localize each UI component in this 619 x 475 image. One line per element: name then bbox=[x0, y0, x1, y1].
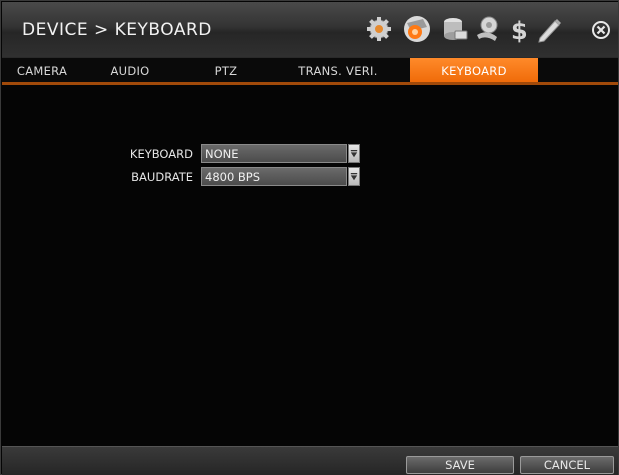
baudrate-dropdown-arrow[interactable] bbox=[348, 167, 360, 186]
keyboard-label: KEYBOARD bbox=[129, 147, 193, 161]
baudrate-select[interactable]: 4800 BPS bbox=[201, 167, 347, 186]
tab-underline bbox=[2, 82, 618, 85]
close-icon[interactable] bbox=[591, 20, 611, 40]
chevron-down-icon bbox=[350, 172, 358, 180]
cancel-button[interactable]: CANCEL bbox=[520, 456, 614, 474]
bottom-bar: SAVE CANCEL bbox=[2, 446, 618, 475]
storage-icon[interactable] bbox=[440, 14, 470, 44]
page-title: DEVICE > KEYBOARD bbox=[22, 20, 212, 40]
camera-icon[interactable] bbox=[400, 14, 434, 44]
chevron-down-icon bbox=[350, 149, 358, 157]
keyboard-select[interactable]: NONE bbox=[201, 144, 347, 163]
tab-keyboard[interactable]: KEYBOARD bbox=[410, 58, 538, 83]
svg-text:$: $ bbox=[511, 17, 528, 43]
pen-icon[interactable] bbox=[534, 14, 564, 44]
tab-bar: CAMERA AUDIO PTZ TRANS. VERI. KEYBOARD bbox=[2, 57, 618, 83]
keyboard-dropdown-arrow[interactable] bbox=[348, 144, 360, 163]
gear-icon[interactable] bbox=[364, 14, 394, 44]
tab-audio[interactable]: AUDIO bbox=[98, 58, 162, 83]
tab-trans-veri[interactable]: TRANS. VERI. bbox=[282, 58, 394, 83]
dollar-icon[interactable]: $ bbox=[504, 14, 534, 44]
tab-camera[interactable]: CAMERA bbox=[6, 58, 78, 83]
tab-ptz[interactable]: PTZ bbox=[198, 58, 254, 83]
baudrate-label: BAUDRATE bbox=[131, 170, 193, 184]
save-button[interactable]: SAVE bbox=[406, 456, 514, 474]
title-bar: DEVICE > KEYBOARD $ bbox=[2, 2, 618, 57]
keyboard-settings-window: DEVICE > KEYBOARD $ CAMERA AUDIO PTZ TRA… bbox=[0, 0, 619, 475]
network-icon[interactable] bbox=[472, 14, 502, 44]
